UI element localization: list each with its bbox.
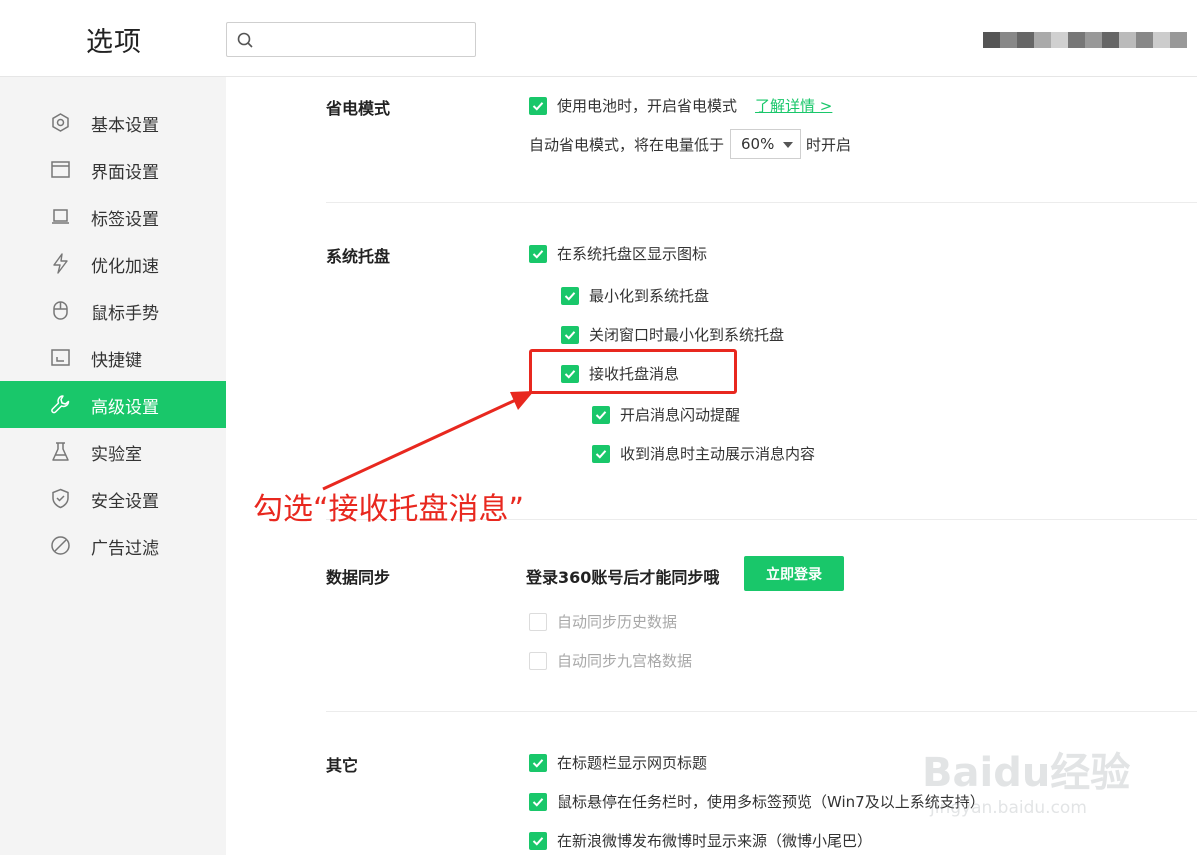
watermark-brand: Baidu经验	[922, 750, 1131, 796]
watermark-url: jingyan.baidu.com	[930, 798, 1087, 818]
annotation-text: 勾选“接收托盘消息”	[253, 492, 525, 527]
annotation-arrow	[322, 391, 534, 491]
baidu-watermark: Baidu经验 jingyan.baidu.com	[922, 730, 1162, 830]
